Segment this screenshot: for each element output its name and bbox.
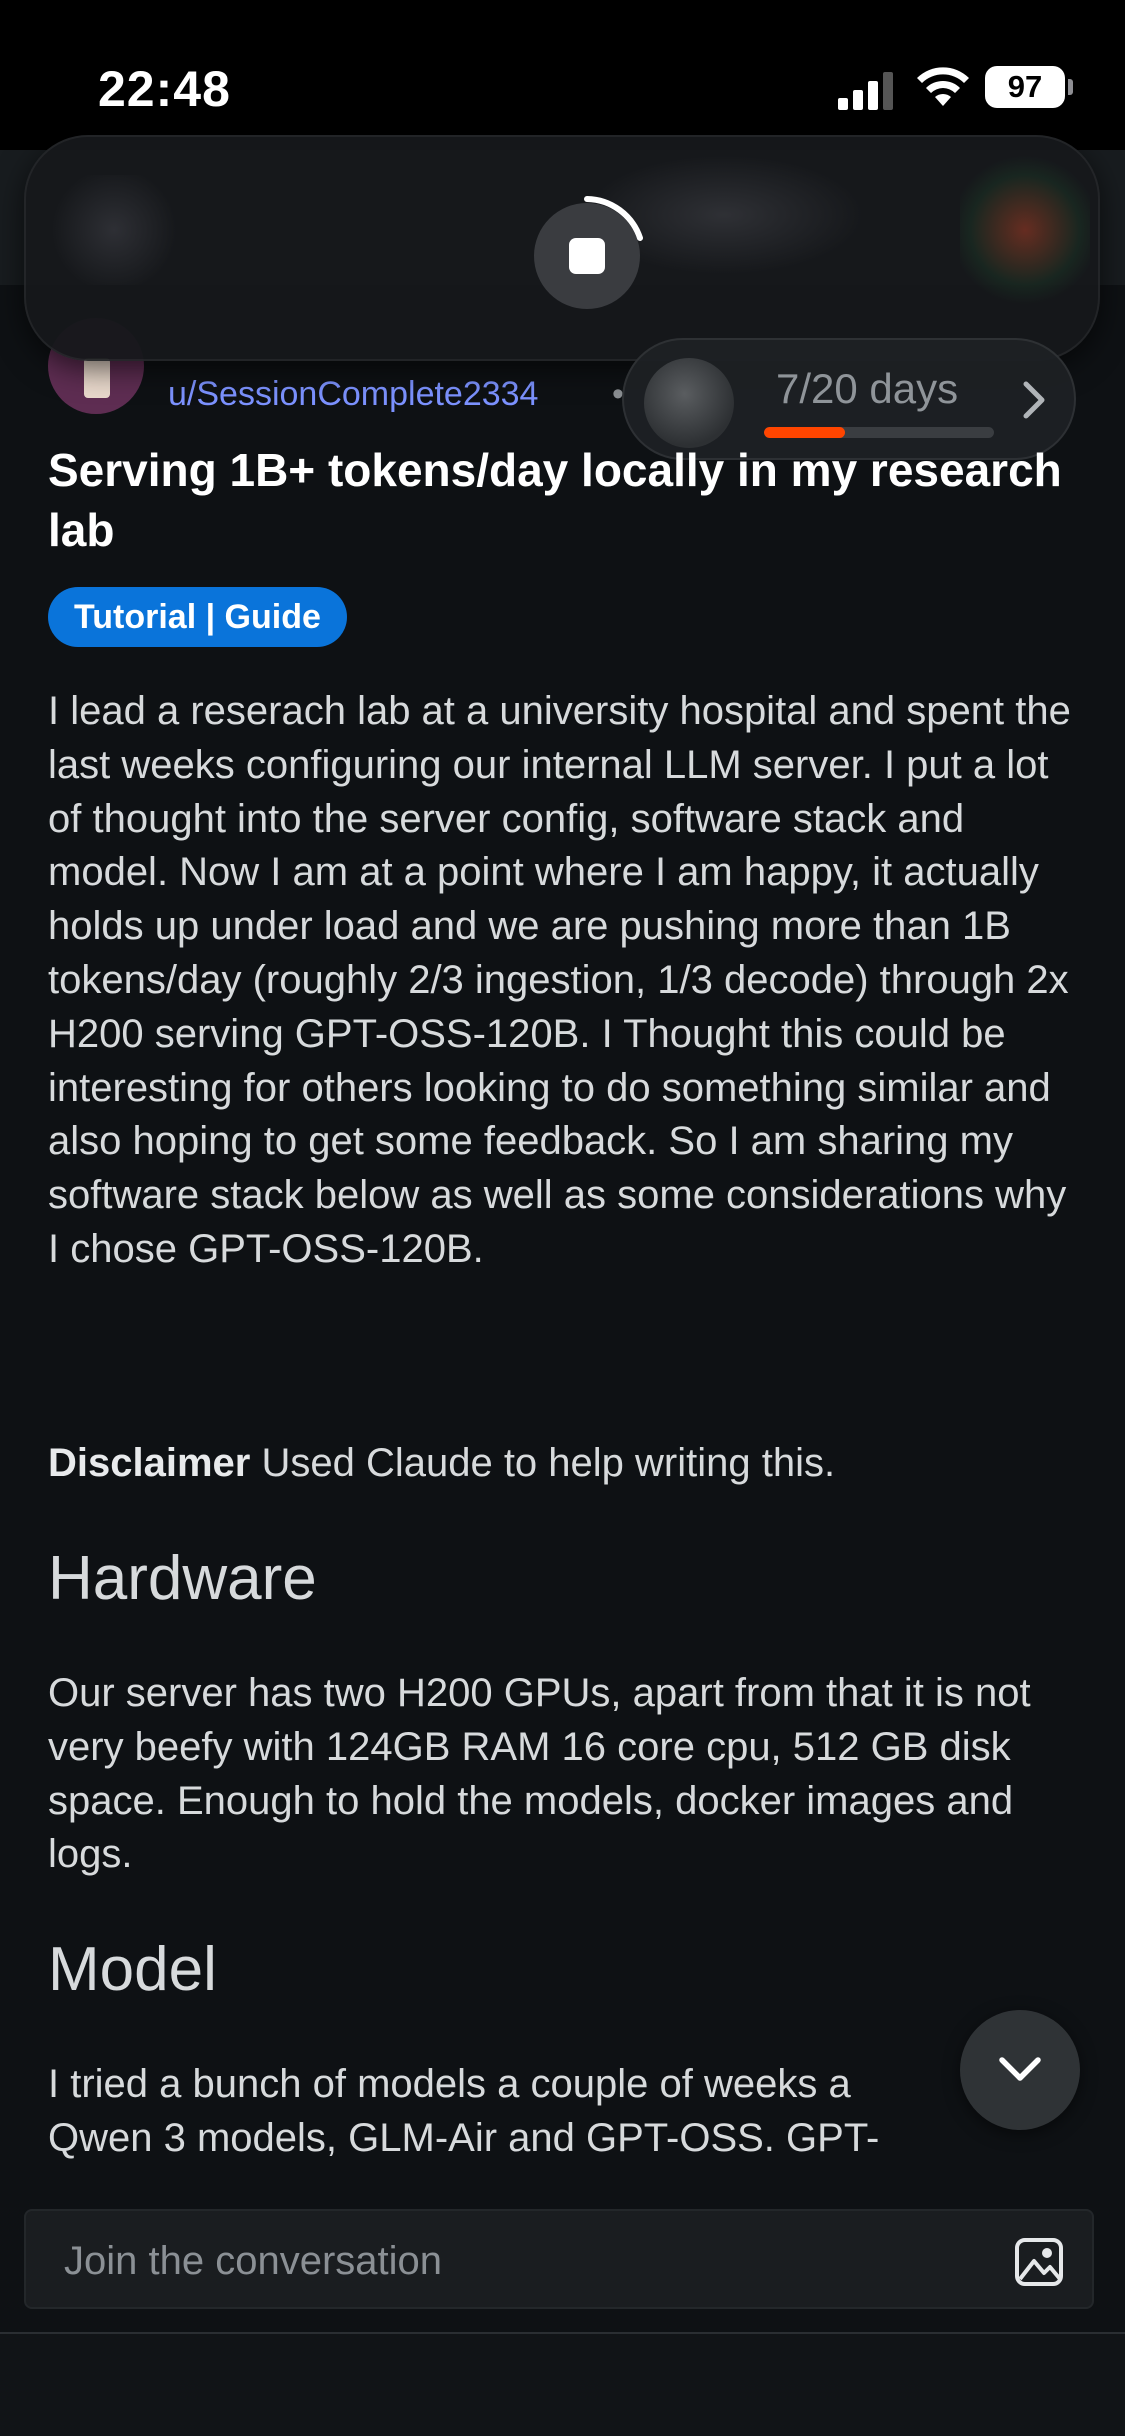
comment-input[interactable]: Join the conversation <box>24 2209 1094 2309</box>
disclaimer-paragraph: Disclaimer Used Claude to help writing t… <box>48 1437 1088 1491</box>
loading-spinner-icon <box>584 196 643 241</box>
model-paragraph-line-2: Qwen 3 models, GLM-Air and GPT-OSS. GPT- <box>48 2115 880 2160</box>
heading-hardware: Hardware <box>48 1544 317 1613</box>
heading-model: Model <box>48 1935 217 2004</box>
post-paragraph: I lead a reserach lab at a university ho… <box>48 689 1071 1271</box>
chevron-right-icon <box>1023 381 1045 419</box>
model-paragraph-line-1: I tried a bunch of models a couple of we… <box>48 2062 851 2106</box>
app-screen: { "status_bar": { "time": "22:48", "batt… <box>0 0 1125 2436</box>
disclaimer-text: Used Claude to help writing this. <box>250 1441 836 1485</box>
scroll-down-button[interactable] <box>960 2010 1080 2130</box>
home-indicator-area <box>0 2334 1125 2436</box>
blurred-back-icon <box>44 175 184 285</box>
streak-avatar-icon <box>644 358 734 448</box>
status-bar: 22:48 97 <box>0 0 1125 150</box>
hardware-paragraph: Our server has two H200 GPUs, apart from… <box>48 1671 1031 1877</box>
wifi-icon <box>917 67 969 106</box>
cellular-signal-icon <box>838 72 893 110</box>
post-flair[interactable]: Tutorial | Guide <box>48 587 347 647</box>
streak-progress-bar <box>764 427 994 438</box>
media-player-overlay[interactable] <box>24 135 1100 361</box>
streak-progress-fill <box>764 427 845 438</box>
disclaimer-label: Disclaimer <box>48 1441 251 1485</box>
streak-label: 7/20 days <box>776 365 959 412</box>
post-title: Serving 1B+ tokens/day locally in my res… <box>48 444 1062 556</box>
blurred-award-icon <box>960 155 1090 305</box>
author-username[interactable]: u/SessionComplete2334 <box>168 375 538 414</box>
comment-placeholder: Join the conversation <box>64 2239 443 2283</box>
status-time: 22:48 <box>98 61 231 117</box>
image-icon[interactable] <box>1014 2237 1064 2287</box>
battery-icon: 97 <box>985 66 1073 108</box>
chevron-down-icon <box>999 2057 1041 2081</box>
model-paragraph: I tried a bunch of models a couple of we… <box>48 2058 1088 2166</box>
